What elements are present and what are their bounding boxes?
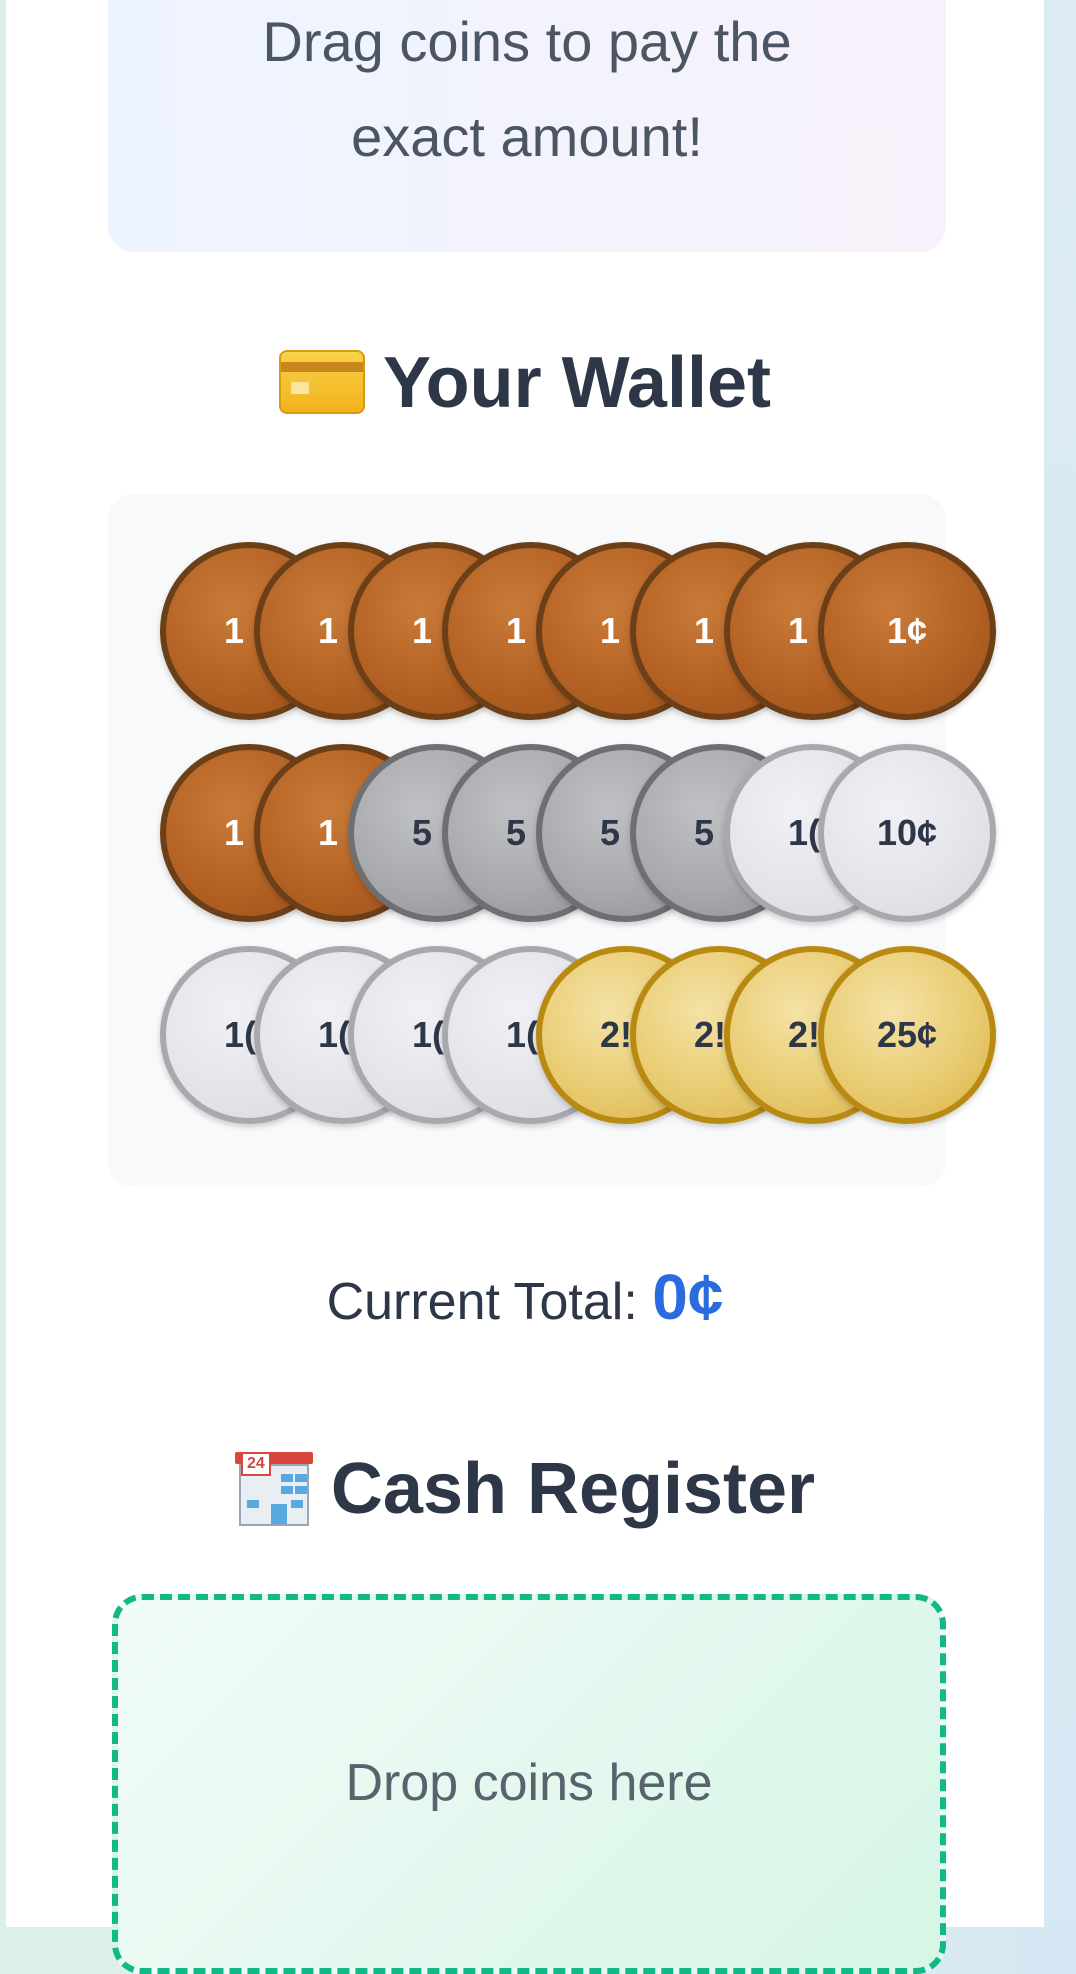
current-total-value: 0¢ [652,1261,724,1333]
convenience-store-icon: 24 [234,1448,313,1528]
instruction-line-1: Drag coins to pay the [262,10,792,73]
credit-card-icon [278,349,365,414]
side-scroll-area [1044,0,1076,1927]
store-sign: 24 [240,1451,271,1476]
wallet-title: Your Wallet [382,343,772,423]
wallet-panel: 1 1 1 1 1 1 1 1¢ 1 1 5 5 5 5 1(10¢ 1(1(1(1(2! 2! 2! 25¢ [108,494,996,1187]
dime-coin[interactable]: 10¢ [818,744,996,922]
drop-zone-hint: Drop coins here [345,1754,713,1812]
register-title: Cash Register [330,1449,816,1529]
coin-label: 25¢ [876,1014,938,1055]
coin-label: 10¢ [876,812,938,853]
coin-row-2: 1 1 5 5 5 5 1(10¢ [160,744,1000,934]
coin-row-1: 1 1 1 1 1 1 1 1¢ [160,542,1000,732]
coin-row-3: 1(1(1(1(2! 2! 2! 25¢ [160,946,1000,1136]
cash-register-drop-zone[interactable]: Drop coins here [112,1594,946,1974]
current-total: Current Total: 0¢ [6,1262,1044,1337]
instruction-line-2: exact amount! [351,105,703,168]
coin-label: 1¢ [886,610,928,651]
penny-coin[interactable]: 1¢ [818,542,996,720]
quarter-coin[interactable]: 25¢ [818,946,996,1124]
register-heading: 24 Cash Register [6,1444,1044,1534]
current-total-label: Current Total: [326,1273,638,1331]
instruction-banner: Drag coins to pay the exact amount! [108,0,946,252]
game-card: Drag coins to pay the exact amount! Your… [6,0,1044,1974]
wallet-heading: Your Wallet [6,338,1044,428]
